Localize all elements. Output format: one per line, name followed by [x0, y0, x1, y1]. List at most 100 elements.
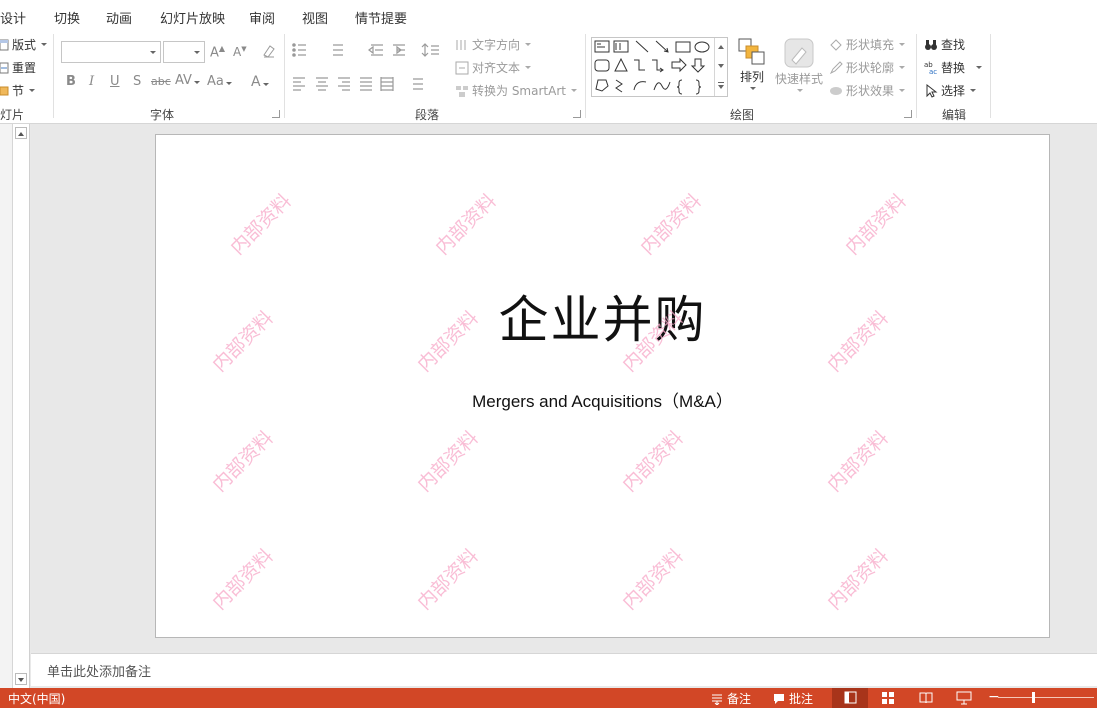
group-divider	[990, 34, 991, 118]
underline-icon[interactable]: U	[110, 74, 120, 89]
group-divider	[916, 34, 917, 118]
watermark: 内部资料	[618, 426, 688, 497]
reading-view-button[interactable]	[908, 688, 944, 708]
pen-icon	[829, 60, 843, 75]
font-color-icon[interactable]: A	[251, 74, 269, 90]
paragraph-icons	[292, 43, 439, 91]
watermark: 内部资料	[208, 544, 278, 615]
thumbnail-scrollbar[interactable]	[13, 124, 30, 688]
watermark: 内部资料	[636, 189, 706, 260]
chevron-down-icon	[797, 89, 803, 92]
ribbon-tabs: 设计 切换 动画 幻灯片放映 审阅 视图 情节提要	[0, 0, 1097, 32]
find-label: 查找	[941, 38, 966, 52]
slide[interactable]: 企业并购 Mergers and Acquisitions（M&A） 内部资料 …	[155, 134, 1050, 638]
tab-transitions[interactable]: 切换	[54, 8, 80, 27]
zoom-slider-track[interactable]	[998, 697, 1094, 698]
zoom-slider-thumb[interactable]	[1032, 692, 1035, 703]
tab-storyboarding[interactable]: 情节提要	[355, 8, 407, 27]
slideshow-view-button[interactable]	[946, 688, 982, 708]
shapes-gallery[interactable]	[591, 37, 728, 97]
clear-format-icon[interactable]	[261, 43, 277, 63]
replace-button[interactable]: ab ac 替换	[924, 59, 983, 76]
group-divider	[284, 34, 285, 118]
text-shadow-icon[interactable]: S	[133, 74, 141, 89]
grow-font-icon[interactable]: A▲	[210, 44, 225, 60]
svg-text:ac: ac	[929, 68, 937, 75]
drawing-dialog-launcher-icon[interactable]	[904, 110, 912, 118]
comments-label: 批注	[789, 692, 814, 706]
status-bar: 中文(中国) 备注 批注 −	[0, 688, 1097, 708]
change-case-icon[interactable]: Aa	[207, 74, 232, 89]
chevron-down-icon	[41, 43, 48, 46]
smartart-button[interactable]: 转换为 SmartArt	[455, 82, 577, 99]
shape-effects-label: 形状效果	[846, 84, 895, 98]
tab-slideshow[interactable]: 幻灯片放映	[160, 8, 225, 27]
arrange-label: 排列	[739, 70, 764, 84]
normal-view-button[interactable]	[832, 688, 868, 708]
find-button[interactable]: 查找	[924, 36, 965, 53]
scroll-down-icon[interactable]	[15, 673, 27, 685]
text-direction-button[interactable]: 文字方向	[455, 36, 532, 53]
reset-icon	[0, 61, 9, 75]
shape-outline-button[interactable]: 形状轮廓	[829, 59, 906, 76]
watermark: 内部资料	[431, 189, 501, 260]
layout-icon	[0, 38, 9, 52]
align-text-label: 对齐文本	[472, 61, 521, 75]
watermark: 内部资料	[823, 544, 893, 615]
shape-effects-button[interactable]: 形状效果	[829, 82, 906, 99]
align-text-button[interactable]: 对齐文本	[455, 59, 532, 76]
notes-pane[interactable]: 单击此处添加备注	[31, 653, 1097, 686]
character-spacing-icon[interactable]: AV	[175, 73, 200, 88]
shapes-gallery-scroll[interactable]	[714, 38, 727, 96]
cursor-icon	[924, 83, 938, 98]
shape-effects-icon	[829, 84, 843, 98]
smartart-label: 转换为 SmartArt	[472, 84, 566, 98]
scroll-up-icon[interactable]	[15, 127, 27, 139]
slides-group-label: 灯片	[0, 108, 25, 122]
binoculars-icon	[924, 38, 938, 52]
italic-icon[interactable]: I	[89, 74, 94, 89]
tab-review[interactable]: 审阅	[249, 8, 275, 27]
shape-fill-button[interactable]: 形状填充	[829, 36, 906, 53]
text-direction-label: 文字方向	[472, 38, 521, 52]
thumbnail-pane-edge	[0, 124, 13, 688]
comments-button[interactable]: 批注	[773, 690, 813, 707]
reset-button[interactable]: 重置	[0, 59, 36, 76]
slide-subtitle[interactable]: Mergers and Acquisitions（M&A）	[156, 387, 1049, 412]
section-button[interactable]: 节	[0, 82, 36, 99]
select-label: 选择	[941, 84, 966, 98]
quick-styles-button[interactable]: 快速样式	[775, 38, 823, 92]
notes-button[interactable]: 备注	[711, 690, 751, 707]
font-group-label: 字体	[150, 108, 175, 122]
font-size-combo[interactable]	[163, 41, 205, 63]
normal-view-icon	[844, 691, 857, 704]
select-button[interactable]: 选择	[924, 82, 977, 99]
tab-view[interactable]: 视图	[302, 8, 328, 27]
chevron-down-icon	[29, 89, 36, 92]
language-indicator[interactable]: 中文(中国)	[8, 690, 65, 707]
paragraph-group-label: 段落	[415, 108, 440, 122]
layout-label: 版式	[12, 38, 37, 52]
bold-icon[interactable]: B	[66, 74, 76, 89]
chevron-down-icon	[194, 51, 200, 54]
paint-bucket-icon	[829, 38, 843, 52]
font-dialog-launcher-icon[interactable]	[272, 110, 280, 118]
watermark: 内部资料	[841, 189, 911, 260]
slide-title[interactable]: 企业并购	[156, 280, 1049, 352]
tab-animations[interactable]: 动画	[106, 8, 132, 27]
paragraph-dialog-launcher-icon[interactable]	[573, 110, 581, 118]
arrange-button[interactable]: 排列	[738, 38, 766, 90]
chevron-down-icon	[750, 87, 756, 90]
shrink-font-icon[interactable]: A▼	[233, 45, 247, 59]
slide-sorter-view-button[interactable]	[870, 688, 906, 708]
tab-design[interactable]: 设计	[0, 8, 26, 27]
editing-group-label: 编辑	[942, 108, 967, 122]
text-direction-icon	[455, 38, 469, 52]
reading-view-icon	[919, 692, 933, 704]
notes-icon	[711, 693, 723, 706]
watermark: 内部资料	[226, 189, 296, 260]
font-name-combo[interactable]	[61, 41, 161, 63]
replace-icon: ab ac	[924, 61, 938, 76]
layout-button[interactable]: 版式	[0, 36, 48, 53]
strikethrough-icon[interactable]: abc	[151, 75, 171, 88]
